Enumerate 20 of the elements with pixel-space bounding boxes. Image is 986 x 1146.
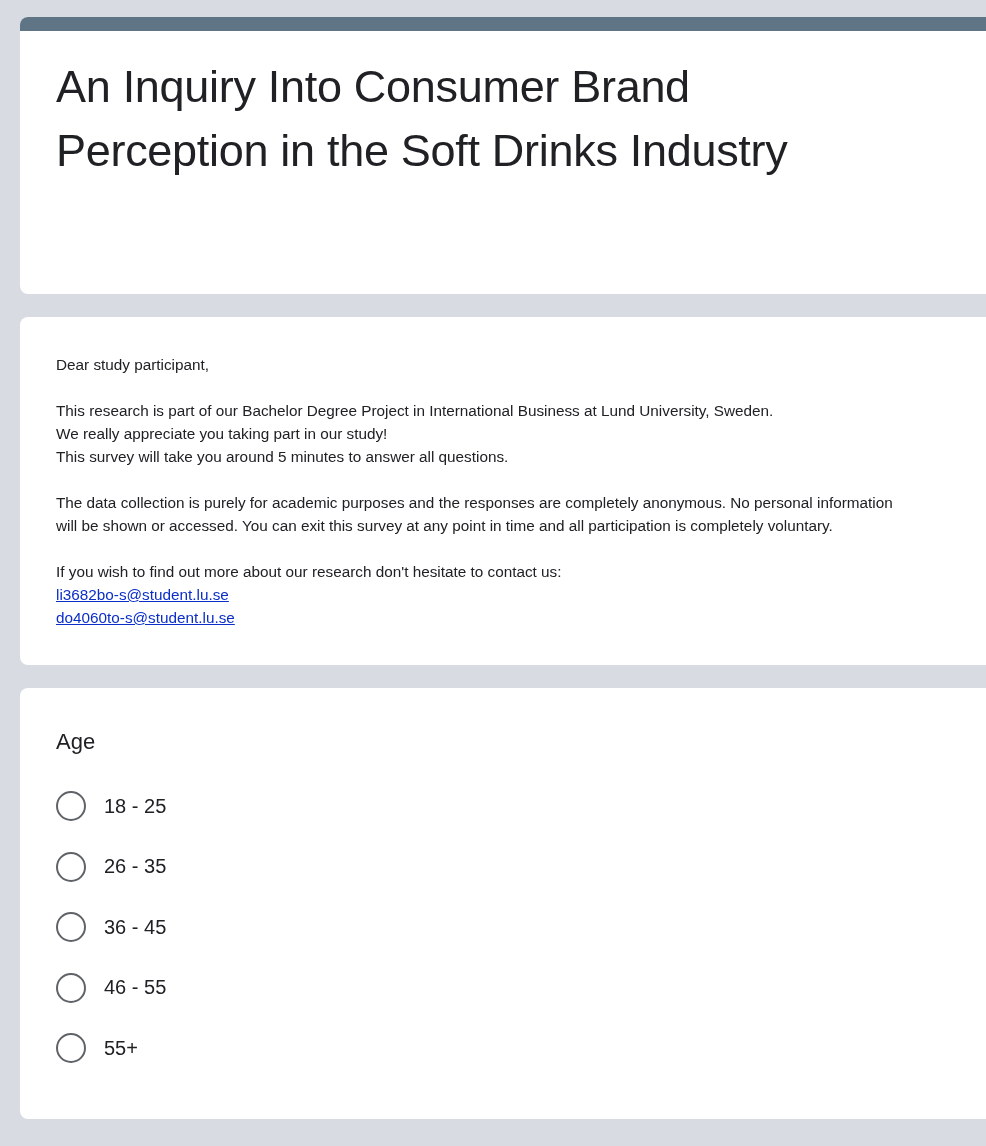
radio-button[interactable]	[56, 1033, 86, 1064]
option-label: 55+	[104, 1036, 138, 1060]
description-text: We really appreciate you taking part in our study!	[56, 424, 389, 444]
email-link[interactable]: li3682bo-s@student.lu.se	[56, 583, 229, 606]
description-text: This research is part of our Bachelor Degree Project in International Business at Lund University, Sweden.	[56, 401, 775, 421]
description-text: Dear study participant,	[56, 355, 211, 375]
radio-button[interactable]	[56, 912, 86, 943]
description-text: The data collection is purely for academic purposes and the responses are completely anonymous. No personal information will be shown or accessed. You can exit this survey at any point in time and all participation is completely voluntary.	[56, 493, 894, 536]
email-link[interactable]: do4060to-s@student.lu.se	[56, 606, 235, 629]
description-text: This survey will take you around 5 minutes to answer all questions.	[56, 447, 510, 467]
question-title: Age	[56, 728, 97, 756]
option-label: 26 - 35	[104, 855, 167, 879]
radio-button[interactable]	[56, 851, 86, 882]
option-label: 46 - 55	[104, 976, 167, 1000]
radio-button[interactable]	[56, 791, 86, 822]
radio-button[interactable]	[56, 972, 86, 1003]
option-label: 18 - 25	[104, 794, 167, 818]
form-title: An Inquiry Into Consumer Brand Perception in the Soft Drinks Industry	[56, 60, 789, 178]
description-text: If you wish to find out more about our research don't hesitate to contact us:	[56, 562, 563, 582]
option-label: 36 - 45	[104, 915, 167, 939]
